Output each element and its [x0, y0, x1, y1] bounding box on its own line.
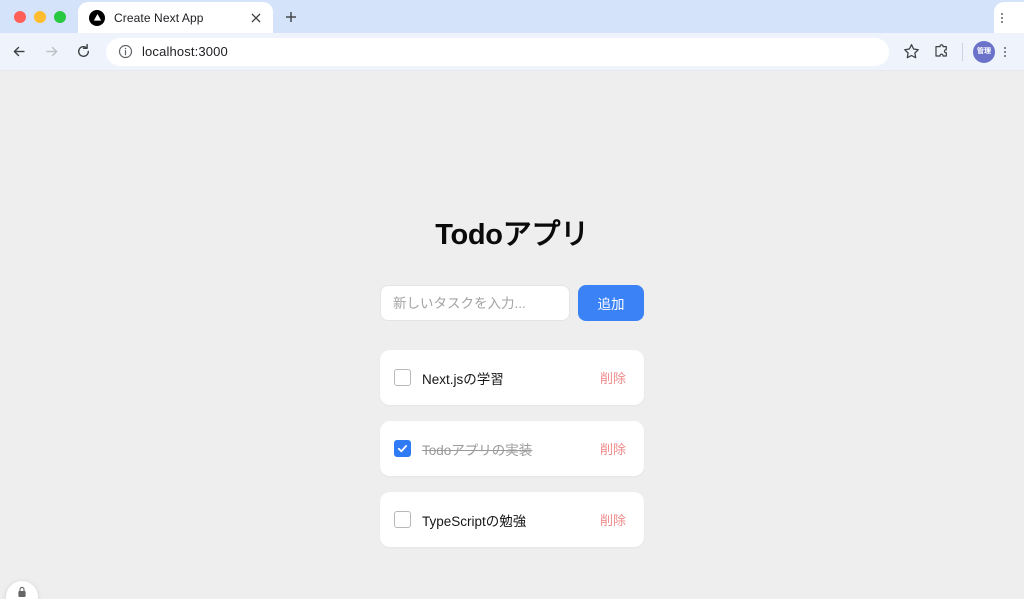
new-tab-button[interactable]: [277, 3, 305, 31]
browser-toolbar: localhost:3000 管理: [0, 33, 1024, 71]
add-task-button[interactable]: 追加: [578, 285, 644, 321]
browser-tab-active[interactable]: Create Next App: [78, 2, 273, 33]
nextjs-logo-icon: [89, 9, 105, 26]
reload-button[interactable]: [68, 37, 98, 67]
tab-strip: Create Next App: [0, 0, 1024, 33]
close-icon[interactable]: [247, 9, 265, 27]
page-title: Todoアプリ: [435, 219, 589, 251]
todo-app: Todoアプリ 追加 Next.jsの学習 削除: [0, 71, 1024, 599]
add-task-form: 追加: [380, 285, 644, 321]
todo-label: Todoアプリの実装: [422, 442, 533, 458]
new-task-input[interactable]: [380, 285, 570, 321]
todo-list: Next.jsの学習 削除 Todoアプリの実装 削除 TypeScriptの勉…: [380, 350, 644, 547]
tab-strip-overflow: [994, 0, 1024, 33]
kebab-menu-icon: [1001, 12, 1003, 23]
delete-todo-button[interactable]: 削除: [598, 437, 628, 460]
todo-checkbox[interactable]: [394, 511, 411, 528]
window-controls: [0, 11, 78, 33]
todo-item: Todoアプリの実装 削除: [380, 421, 644, 476]
toolbar-divider: [962, 42, 963, 61]
delete-todo-button[interactable]: 削除: [598, 508, 628, 531]
tab-title: Create Next App: [114, 10, 204, 25]
minimize-window-button[interactable]: [34, 11, 46, 23]
todo-checkbox[interactable]: [394, 440, 411, 457]
todo-container: 追加 Next.jsの学習 削除: [380, 285, 644, 547]
puzzle-piece-icon[interactable]: [927, 38, 955, 66]
star-icon[interactable]: [897, 38, 925, 66]
delete-todo-button[interactable]: 削除: [598, 366, 628, 389]
url-text: localhost:3000: [142, 44, 228, 59]
todo-item: TypeScriptの勉強 削除: [380, 492, 644, 547]
forward-button[interactable]: [36, 37, 66, 67]
info-circle-icon[interactable]: [117, 44, 133, 60]
browser-window: Create Next App localhost:3000 管理 Todoアプ…: [0, 0, 1024, 599]
back-button[interactable]: [4, 37, 34, 67]
todo-label: TypeScriptの勉強: [422, 513, 527, 529]
nextjs-devtools-icon: [18, 586, 26, 597]
todo-checkbox[interactable]: [394, 369, 411, 386]
todo-label: Next.jsの学習: [422, 371, 504, 387]
todo-item: Next.jsの学習 削除: [380, 350, 644, 405]
page-viewport: Todoアプリ 追加 Next.jsの学習 削除: [0, 71, 1024, 599]
kebab-menu-icon: [1004, 46, 1006, 57]
close-window-button[interactable]: [14, 11, 26, 23]
tab-list-button[interactable]: [994, 2, 1024, 33]
address-bar[interactable]: localhost:3000: [106, 37, 889, 66]
browser-menu-button[interactable]: [1000, 46, 1014, 57]
avatar[interactable]: 管理: [973, 40, 995, 63]
zoom-window-button[interactable]: [54, 11, 66, 23]
